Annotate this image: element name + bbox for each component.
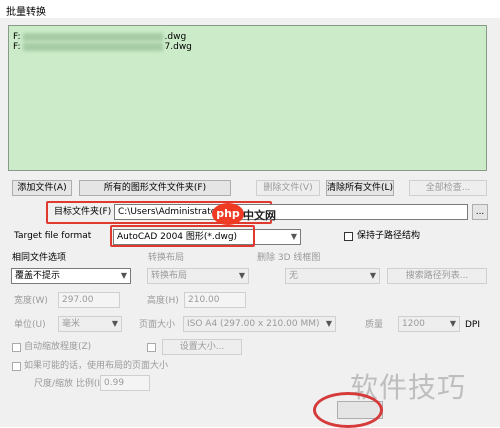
chevron-down-icon: ▼ (120, 271, 127, 280)
list-item[interactable]: F: .dwg (13, 32, 186, 42)
chevron-down-icon: ▼ (449, 319, 456, 328)
window-title: 批量转换 (6, 7, 46, 18)
title-bar: 批量转换 (0, 0, 500, 19)
keep-subdir-label: 保持子路径结构 (357, 231, 421, 241)
chevron-down-icon: ▼ (238, 271, 245, 280)
php-logo-text: 中文网 (243, 209, 276, 222)
use-layout-checkbox[interactable] (12, 362, 21, 371)
remove-file-button[interactable]: 删除文件(V) (256, 180, 320, 196)
file-path-suffix: 7.dwg (164, 42, 192, 52)
scale-option-checkbox[interactable] (147, 343, 156, 352)
php-logo-badge: php (212, 203, 244, 225)
unit-select[interactable]: 毫米 ▼ (58, 316, 122, 332)
delete-3d-select[interactable]: 无 ▼ (285, 268, 380, 284)
file-list[interactable]: F: .dwg F: 7.dwg (8, 25, 487, 171)
same-name-value: 覆盖不提示 (15, 271, 61, 281)
height-label: 高度(H) (147, 296, 179, 306)
page-size-label: 页面大小 (139, 320, 176, 330)
unit-value: 毫米 (62, 319, 81, 329)
convert-layout-label: 转换布局 (148, 253, 185, 263)
height-input[interactable]: 210.00 (184, 292, 246, 308)
php-watermark-logo: php 中文网 (212, 203, 276, 227)
target-folder-label: 目标文件夹(F) (54, 207, 112, 217)
same-name-select[interactable]: 覆盖不提示 ▼ (11, 268, 131, 284)
file-path-suffix: .dwg (164, 32, 187, 42)
search-path-button[interactable]: 搜索路径列表... (387, 268, 487, 284)
use-layout-label: 如果可能的话，使用布局的页面大小 (24, 361, 169, 371)
target-folder-input[interactable]: C:\Users\Administrator\Des (114, 204, 468, 220)
keep-subdir-checkbox[interactable] (344, 232, 353, 241)
chevron-down-icon: ▼ (290, 232, 297, 241)
highlight-circle (313, 392, 383, 428)
quality-select[interactable]: 1200 ▼ (398, 316, 460, 332)
quality-value: 1200 (402, 319, 425, 329)
same-name-label: 相同文件选项 (12, 253, 67, 263)
add-folder-button[interactable]: 所有的图形文件文件夹(F) (79, 180, 231, 196)
delete-3d-value: 无 (289, 271, 299, 281)
ratio-input[interactable]: 0.99 (100, 375, 150, 391)
auto-scale-checkbox[interactable] (12, 343, 21, 352)
file-path-prefix: F: (13, 42, 21, 52)
page-size-value: ISO A4 (297.00 x 210.00 MM) (187, 319, 320, 329)
unit-label: 单位(U) (14, 320, 46, 330)
delete-3d-label: 删除 3D 线框图 (257, 253, 321, 263)
ratio-label: 尺度/缩放 比例(I) (34, 379, 104, 389)
list-item[interactable]: F: 7.dwg (13, 42, 192, 52)
file-path-prefix: F: (13, 32, 21, 42)
quality-label: 质量 (365, 320, 384, 330)
auto-scale-label: 自动缩放程度(Z) (24, 342, 92, 352)
redacted-path (22, 32, 163, 41)
chevron-down-icon: ▼ (325, 319, 332, 328)
convert-layout-select[interactable]: 转换布局 ▼ (147, 268, 249, 284)
chevron-down-icon: ▼ (111, 319, 118, 328)
highlight-box (110, 225, 255, 247)
redacted-path (22, 42, 163, 51)
quality-unit-label: DPI (465, 320, 481, 330)
chevron-down-icon: ▼ (369, 271, 376, 280)
settings-button[interactable]: 设置大小... (162, 339, 242, 355)
preview-button[interactable]: 全部检查... (409, 180, 487, 196)
target-format-label: Target file format (14, 231, 92, 241)
clear-all-button[interactable]: 清除所有文件(L) (326, 180, 394, 196)
width-label: 宽度(W) (14, 296, 48, 306)
browse-button[interactable]: ... (472, 204, 488, 220)
page-size-select[interactable]: ISO A4 (297.00 x 210.00 MM) ▼ (183, 316, 336, 332)
add-file-button[interactable]: 添加文件(A) (12, 180, 72, 196)
convert-layout-value: 转换布局 (151, 271, 188, 281)
width-input[interactable]: 297.00 (58, 292, 120, 308)
